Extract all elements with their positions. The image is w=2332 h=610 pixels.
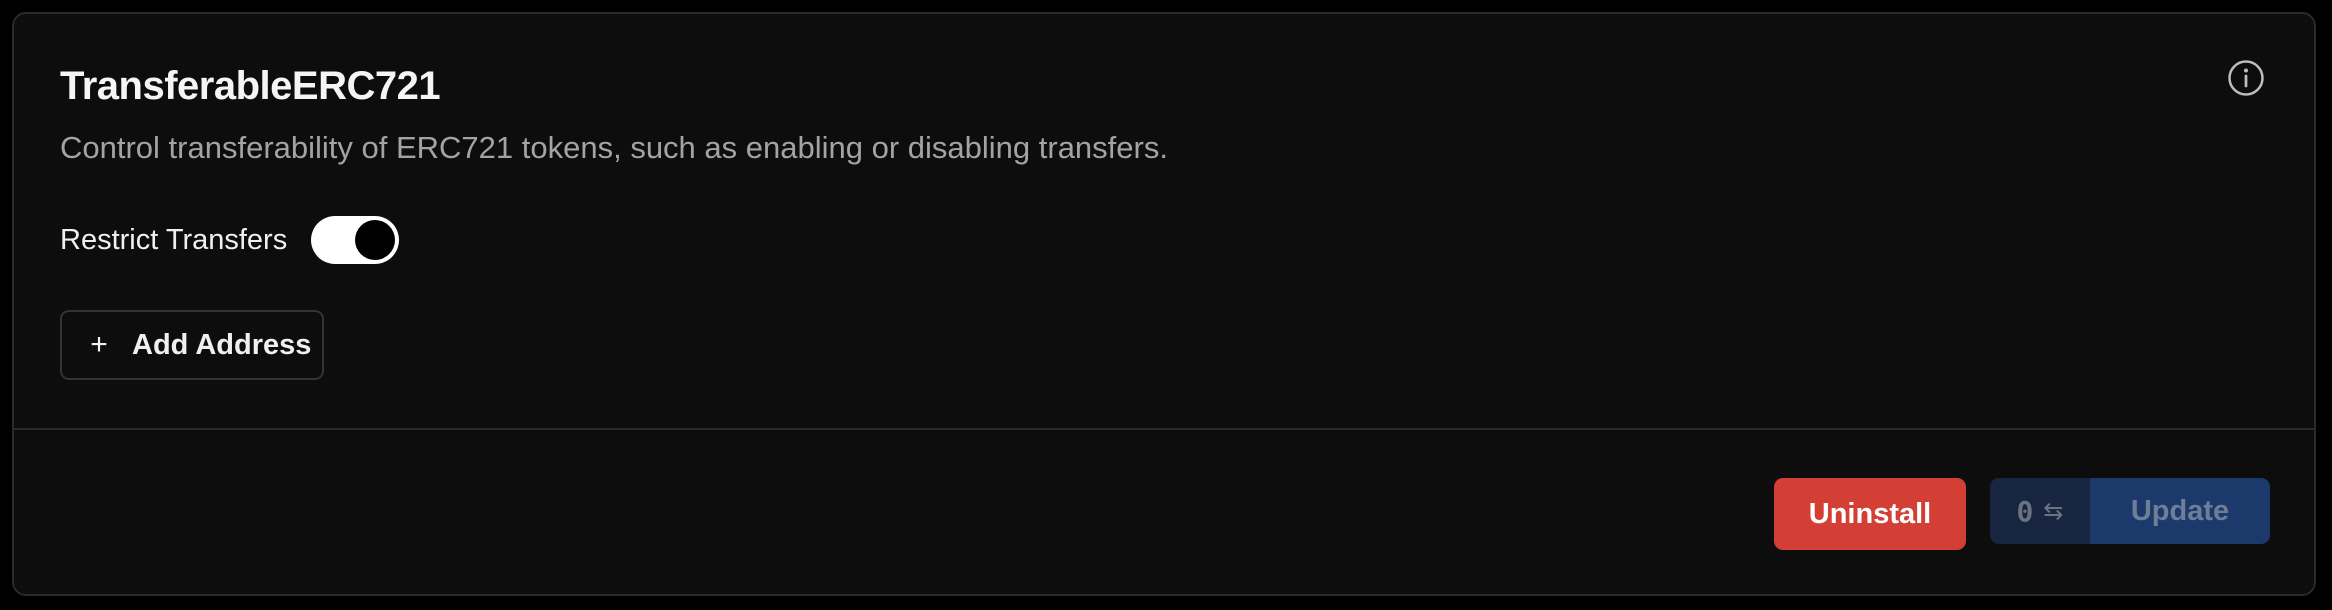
swap-arrows-icon: ⇆ — [2043, 497, 2064, 525]
update-button[interactable]: Update — [2090, 478, 2270, 544]
restrict-transfers-label: Restrict Transfers — [60, 223, 288, 256]
uninstall-button[interactable]: Uninstall — [1774, 478, 1966, 550]
add-address-button[interactable]: + Add Address — [60, 310, 324, 380]
add-address-label: Add Address — [132, 328, 312, 361]
info-icon[interactable] — [2226, 58, 2266, 98]
transaction-count: 0 — [2016, 494, 2034, 528]
toggle-knob — [355, 220, 396, 260]
restrict-transfers-toggle[interactable] — [311, 216, 400, 264]
module-config-section: TransferableERC721 Control transferabili… — [14, 14, 2314, 430]
module-title: TransferableERC721 — [60, 64, 441, 108]
module-description: Control transferability of ERC721 tokens… — [60, 130, 1168, 165]
update-group: 0 ⇆ Update — [1990, 478, 2270, 544]
module-card: TransferableERC721 Control transferabili… — [12, 12, 2316, 596]
plus-icon: + — [90, 328, 108, 361]
transaction-count-badge: 0 ⇆ — [1990, 478, 2090, 544]
restrict-transfers-row: Restrict Transfers — [60, 212, 400, 268]
